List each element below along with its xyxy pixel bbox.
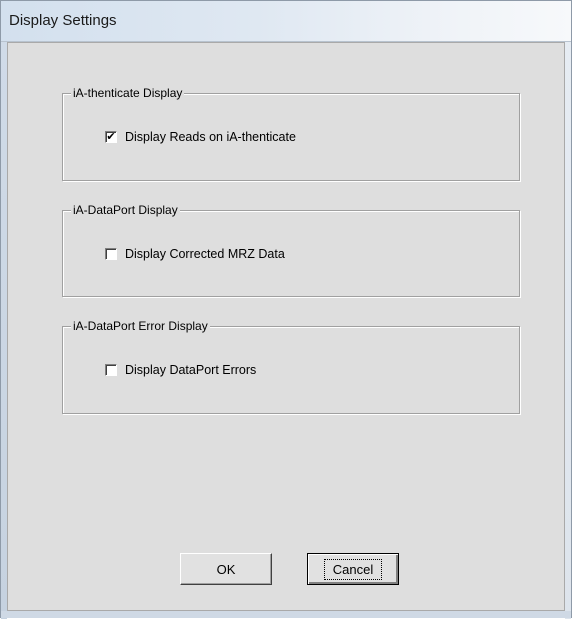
checkbox-display-dataport-errors[interactable]: Display DataPort Errors bbox=[105, 363, 256, 377]
cancel-button-label: Cancel bbox=[323, 558, 383, 580]
checkbox-box[interactable] bbox=[105, 248, 117, 260]
checkbox-label[interactable]: Display Reads on iA-thenticate bbox=[125, 130, 296, 144]
dialog-client-area: iA-thenticate Display ✔ Display Reads on… bbox=[7, 42, 565, 611]
groupbox-ia-dataport-error-display: iA-DataPort Error Display Display DataPo… bbox=[62, 319, 520, 414]
checkbox-box[interactable]: ✔ bbox=[105, 131, 117, 143]
window-frame-right bbox=[565, 42, 571, 619]
ok-button[interactable]: OK bbox=[180, 553, 272, 585]
window-title: Display Settings bbox=[9, 12, 117, 29]
title-bar[interactable]: Display Settings bbox=[1, 1, 571, 42]
groupbox-ia-thenticate-display: iA-thenticate Display ✔ Display Reads on… bbox=[62, 86, 520, 181]
checkbox-box[interactable] bbox=[105, 364, 117, 376]
checkbox-label[interactable]: Display Corrected MRZ Data bbox=[125, 247, 285, 261]
groupbox-ia-dataport-display: iA-DataPort Display Display Corrected MR… bbox=[62, 203, 520, 297]
window-frame-bottom bbox=[1, 611, 571, 618]
groupbox-legend: iA-thenticate Display bbox=[71, 86, 185, 100]
ok-button-label: OK bbox=[216, 561, 236, 577]
cancel-button[interactable]: Cancel bbox=[307, 553, 399, 585]
groupbox-legend: iA-DataPort Error Display bbox=[71, 319, 210, 333]
checkbox-label[interactable]: Display DataPort Errors bbox=[125, 363, 256, 377]
checkbox-display-corrected-mrz[interactable]: Display Corrected MRZ Data bbox=[105, 247, 285, 261]
groupbox-legend: iA-DataPort Display bbox=[71, 203, 180, 217]
checkbox-display-reads[interactable]: ✔ Display Reads on iA-thenticate bbox=[105, 130, 296, 144]
dialog-window: Display Settings iA-thenticate Display ✔… bbox=[0, 0, 572, 619]
